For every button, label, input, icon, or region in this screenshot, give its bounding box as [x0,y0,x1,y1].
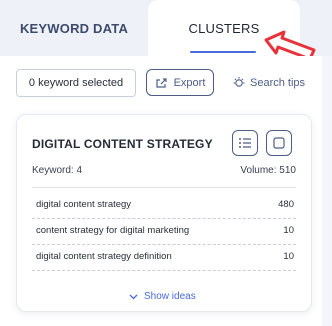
export-icon [155,77,167,88]
keyword-volume: 480 [278,199,294,210]
selected-count-box: 0 keyword selected [16,69,136,97]
keyword-row[interactable]: digital content strategy definition 10 [32,245,296,271]
checkbox-icon [273,137,285,149]
cluster-title: DIGITAL CONTENT STRATEGY [32,137,213,151]
lightbulb-icon [233,77,245,87]
show-ideas-link[interactable]: Show ideas [129,291,196,302]
keyword-text: content strategy for digital marketing [36,225,190,236]
show-ideas-label: Show ideas [144,291,196,302]
volume-total: Volume: 510 [240,165,296,176]
search-tips-label: Search tips [250,77,306,89]
tab-keyword-data[interactable]: KEYWORD DATA [0,0,148,56]
divider [32,187,296,188]
select-cluster-checkbox[interactable] [266,130,292,156]
keyword-row[interactable]: content strategy for digital marketing 1… [32,219,296,245]
keyword-volume: 10 [283,251,294,262]
keyword-count: Keyword: 4 [32,165,83,176]
list-view-button[interactable] [232,130,258,156]
keyword-volume: 10 [283,225,294,236]
active-tab-indicator [190,51,256,53]
cluster-card: DIGITAL CONTENT STRATEGY Keyword: 4 Volu… [16,114,312,312]
keyword-row[interactable]: digital content strategy 480 [32,193,296,219]
export-button[interactable]: Export [146,69,214,96]
keyword-text: digital content strategy [36,199,132,210]
list-icon [239,138,251,148]
search-tips-link[interactable]: Search tips [232,74,305,92]
keyword-text: digital content strategy definition [36,251,172,262]
export-label: Export [173,76,206,89]
chevron-down-icon [129,294,138,299]
